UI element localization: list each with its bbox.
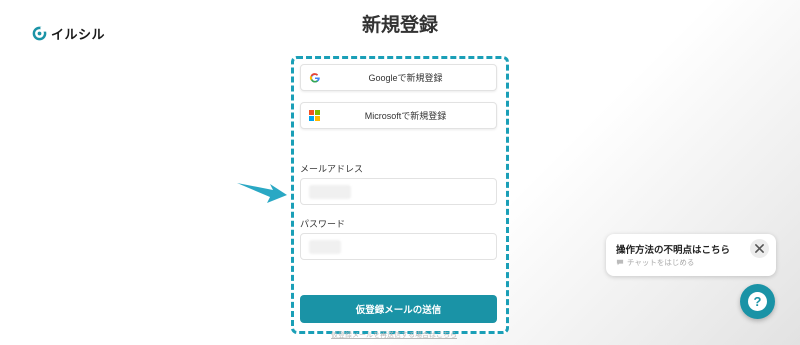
google-signup-label: Googleで新規登録 bbox=[368, 73, 443, 83]
resend-email-link[interactable]: 仮登録メールを再送信する場合はこちら bbox=[331, 330, 467, 340]
question-icon: ? bbox=[748, 292, 767, 311]
chat-bubble-icon bbox=[616, 259, 624, 266]
redacted-password bbox=[309, 240, 341, 254]
close-chat-button[interactable] bbox=[750, 239, 769, 258]
chat-start[interactable]: チャットをはじめる bbox=[616, 257, 694, 268]
page-title: 新規登録 bbox=[361, 14, 438, 36]
help-button[interactable]: ? bbox=[740, 284, 775, 319]
chat-popup[interactable]: 操作方法の不明点はこちら チャットをはじめる bbox=[606, 234, 776, 276]
signup-form: Googleで新規登録 Microsoftで新規登録 メールアドレス パスワード… bbox=[291, 56, 509, 334]
microsoft-icon bbox=[309, 110, 321, 122]
chat-title: 操作方法の不明点はこちら bbox=[616, 245, 731, 256]
microsoft-signup-label: Microsoftで新規登録 bbox=[364, 111, 447, 121]
close-icon bbox=[755, 244, 764, 253]
send-verification-button[interactable]: 仮登録メールの送信 bbox=[300, 295, 497, 323]
email-label: メールアドレス bbox=[300, 165, 364, 175]
google-icon bbox=[309, 73, 320, 83]
password-label: パスワード bbox=[300, 220, 346, 230]
redacted-email bbox=[309, 185, 351, 199]
google-signup-button[interactable]: Googleで新規登録 bbox=[300, 64, 497, 91]
arrow-pointer-icon bbox=[237, 183, 287, 203]
chat-subtitle: チャットをはじめる bbox=[627, 258, 695, 267]
microsoft-signup-button[interactable]: Microsoftで新規登録 bbox=[300, 102, 497, 129]
